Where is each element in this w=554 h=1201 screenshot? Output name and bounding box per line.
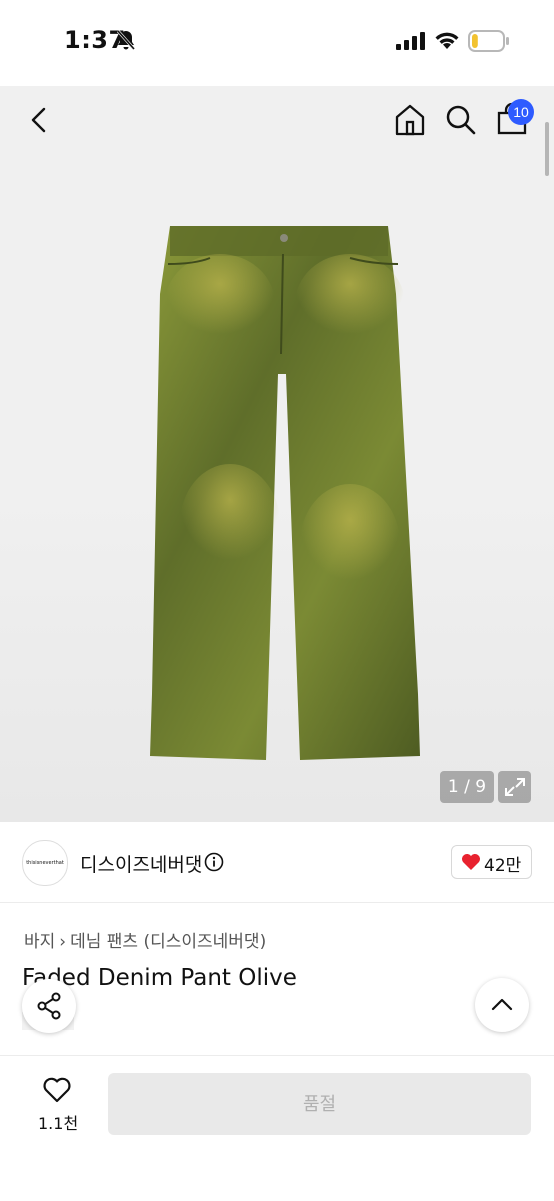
product-image [150,226,420,760]
info-icon[interactable] [204,852,224,872]
image-counter: 1 / 9 [440,771,494,803]
expand-button[interactable] [498,771,531,803]
chevron-up-icon [491,998,513,1011]
wishlist-heart-icon[interactable] [42,1076,72,1104]
scroll-to-top-button[interactable] [475,978,529,1032]
expand-icon [505,778,525,796]
breadcrumb-item[interactable]: 바지 [24,932,55,952]
brand-name[interactable]: 디스이즈네버댓 [80,850,202,877]
wishlist-count: 1.1천 [38,1114,79,1133]
nav-bar [0,86,554,156]
status-bar [0,0,554,86]
heart-icon [462,854,480,870]
chevron-right-icon: › [59,932,67,952]
share-button[interactable] [22,979,76,1033]
soldout-button[interactable]: 품절 [108,1073,531,1135]
share-icon [37,992,61,1020]
breadcrumb-item[interactable]: 데님 팬츠 (디스이즈네버댓) [70,932,266,952]
brand-logo[interactable]: thisisneverthat [22,840,68,886]
breadcrumb: 바지 › 데님 팬츠 (디스이즈네버댓) [24,927,266,952]
brand-like-count: 42만 [484,856,522,876]
